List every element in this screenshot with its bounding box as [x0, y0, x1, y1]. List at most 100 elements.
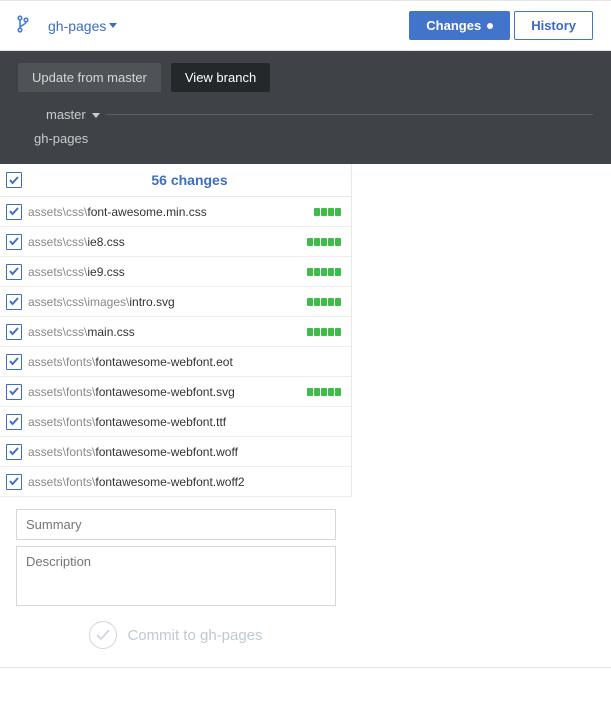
changes-count: 56 changes: [28, 164, 351, 196]
branch-row-gh-pages[interactable]: gh-pages: [18, 130, 593, 154]
file-dir: assets\fonts\: [28, 445, 95, 459]
select-all-checkbox[interactable]: [6, 172, 22, 188]
branch-stack: master gh-pages: [18, 106, 593, 164]
file-path: assets\css\ie8.css: [28, 235, 307, 249]
caret-down-icon: [109, 23, 117, 29]
diff-stat: [314, 208, 341, 216]
file-path: assets\css\main.css: [28, 325, 307, 339]
file-row[interactable]: assets\fonts\fontawesome-webfont.svg: [0, 377, 351, 407]
diff-add-block: [328, 298, 334, 306]
tab-changes[interactable]: Changes: [409, 11, 510, 40]
topbar: gh-pages Changes History: [0, 0, 611, 51]
diff-add-block: [328, 208, 334, 216]
diff-add-block: [321, 328, 327, 336]
file-check-cell: [0, 354, 28, 370]
file-row[interactable]: assets\css\font-awesome.min.css: [0, 197, 351, 227]
diff-add-block: [314, 328, 320, 336]
file-name: font-awesome.min.css: [87, 205, 206, 219]
file-checkbox[interactable]: [6, 204, 22, 220]
commit-button[interactable]: Commit to gh-pages: [16, 621, 336, 649]
diff-add-block: [328, 238, 334, 246]
file-dir: assets\css\: [28, 325, 87, 339]
topbar-tabs: Changes History: [409, 11, 593, 40]
diff-stat: [307, 388, 341, 396]
file-checkbox[interactable]: [6, 384, 22, 400]
file-row[interactable]: assets\fonts\fontawesome-webfont.woff2: [0, 467, 351, 497]
file-check-cell: [0, 324, 28, 340]
file-dir: assets\css\: [28, 265, 87, 279]
file-list: assets\css\font-awesome.min.cssassets\cs…: [0, 197, 352, 497]
topbar-left: gh-pages: [16, 15, 117, 36]
file-row[interactable]: assets\fonts\fontawesome-webfont.ttf: [0, 407, 351, 437]
diff-add-block: [335, 388, 341, 396]
file-check-cell: [0, 264, 28, 280]
branch-selector[interactable]: gh-pages: [48, 18, 117, 34]
check-icon: [9, 327, 19, 336]
file-check-cell: [0, 204, 28, 220]
file-name: fontawesome-webfont.ttf: [95, 415, 226, 429]
file-row[interactable]: assets\css\images\intro.svg: [0, 287, 351, 317]
diff-add-block: [328, 388, 334, 396]
diff-add-block: [335, 268, 341, 276]
file-row[interactable]: assets\css\ie8.css: [0, 227, 351, 257]
branch-row-master[interactable]: master: [18, 106, 593, 130]
diff-add-block: [314, 208, 320, 216]
file-checkbox[interactable]: [6, 294, 22, 310]
diff-stat: [307, 268, 341, 276]
update-from-master-button[interactable]: Update from master: [18, 63, 161, 92]
file-checkbox[interactable]: [6, 414, 22, 430]
diff-stat: [307, 298, 341, 306]
diff-add-block: [321, 268, 327, 276]
diff-stat: [307, 328, 341, 336]
file-row[interactable]: assets\fonts\fontawesome-webfont.eot: [0, 347, 351, 377]
diff-add-block: [321, 298, 327, 306]
branch-label-master: master: [46, 107, 86, 122]
branch-name: gh-pages: [48, 18, 106, 34]
file-checkbox[interactable]: [6, 234, 22, 250]
description-input[interactable]: [16, 546, 336, 606]
diff-add-block: [335, 298, 341, 306]
commit-button-label: Commit to gh-pages: [127, 627, 262, 644]
file-dir: assets\fonts\: [28, 415, 95, 429]
file-path: assets\css\images\intro.svg: [28, 295, 307, 309]
branch-icon: [16, 15, 30, 36]
file-checkbox[interactable]: [6, 444, 22, 460]
file-checkbox[interactable]: [6, 264, 22, 280]
file-checkbox[interactable]: [6, 324, 22, 340]
file-name: ie8.css: [87, 235, 124, 249]
summary-input[interactable]: [16, 509, 336, 540]
check-icon: [9, 297, 19, 306]
file-check-cell: [0, 474, 28, 490]
diff-add-block: [314, 268, 320, 276]
file-path: assets\fonts\fontawesome-webfont.ttf: [28, 415, 341, 429]
diff-add-block: [328, 328, 334, 336]
view-branch-button[interactable]: View branch: [171, 63, 270, 92]
check-icon: [9, 267, 19, 276]
check-icon: [9, 357, 19, 366]
file-checkbox[interactable]: [6, 474, 22, 490]
check-icon: [9, 237, 19, 246]
diff-add-block: [307, 298, 313, 306]
branch-bar: Update from master View branch master gh…: [0, 51, 611, 164]
diff-add-block: [335, 328, 341, 336]
tab-changes-label: Changes: [426, 18, 481, 33]
file-check-cell: [0, 384, 28, 400]
file-name: fontawesome-webfont.eot: [95, 355, 232, 369]
tab-history[interactable]: History: [514, 11, 593, 40]
file-row[interactable]: assets\fonts\fontawesome-webfont.woff: [0, 437, 351, 467]
bottom-border: [0, 667, 611, 668]
check-icon: [9, 207, 19, 216]
file-checkbox[interactable]: [6, 354, 22, 370]
diff-add-block: [335, 238, 341, 246]
file-path: assets\fonts\fontawesome-webfont.svg: [28, 385, 307, 399]
file-name: ie9.css: [87, 265, 124, 279]
file-path: assets\css\font-awesome.min.css: [28, 205, 314, 219]
file-check-cell: [0, 414, 28, 430]
check-icon: [9, 477, 19, 486]
file-row[interactable]: assets\css\ie9.css: [0, 257, 351, 287]
commit-check-icon: [89, 621, 117, 649]
diff-add-block: [307, 388, 313, 396]
file-row[interactable]: assets\css\main.css: [0, 317, 351, 347]
file-check-cell: [0, 234, 28, 250]
diff-add-block: [307, 238, 313, 246]
